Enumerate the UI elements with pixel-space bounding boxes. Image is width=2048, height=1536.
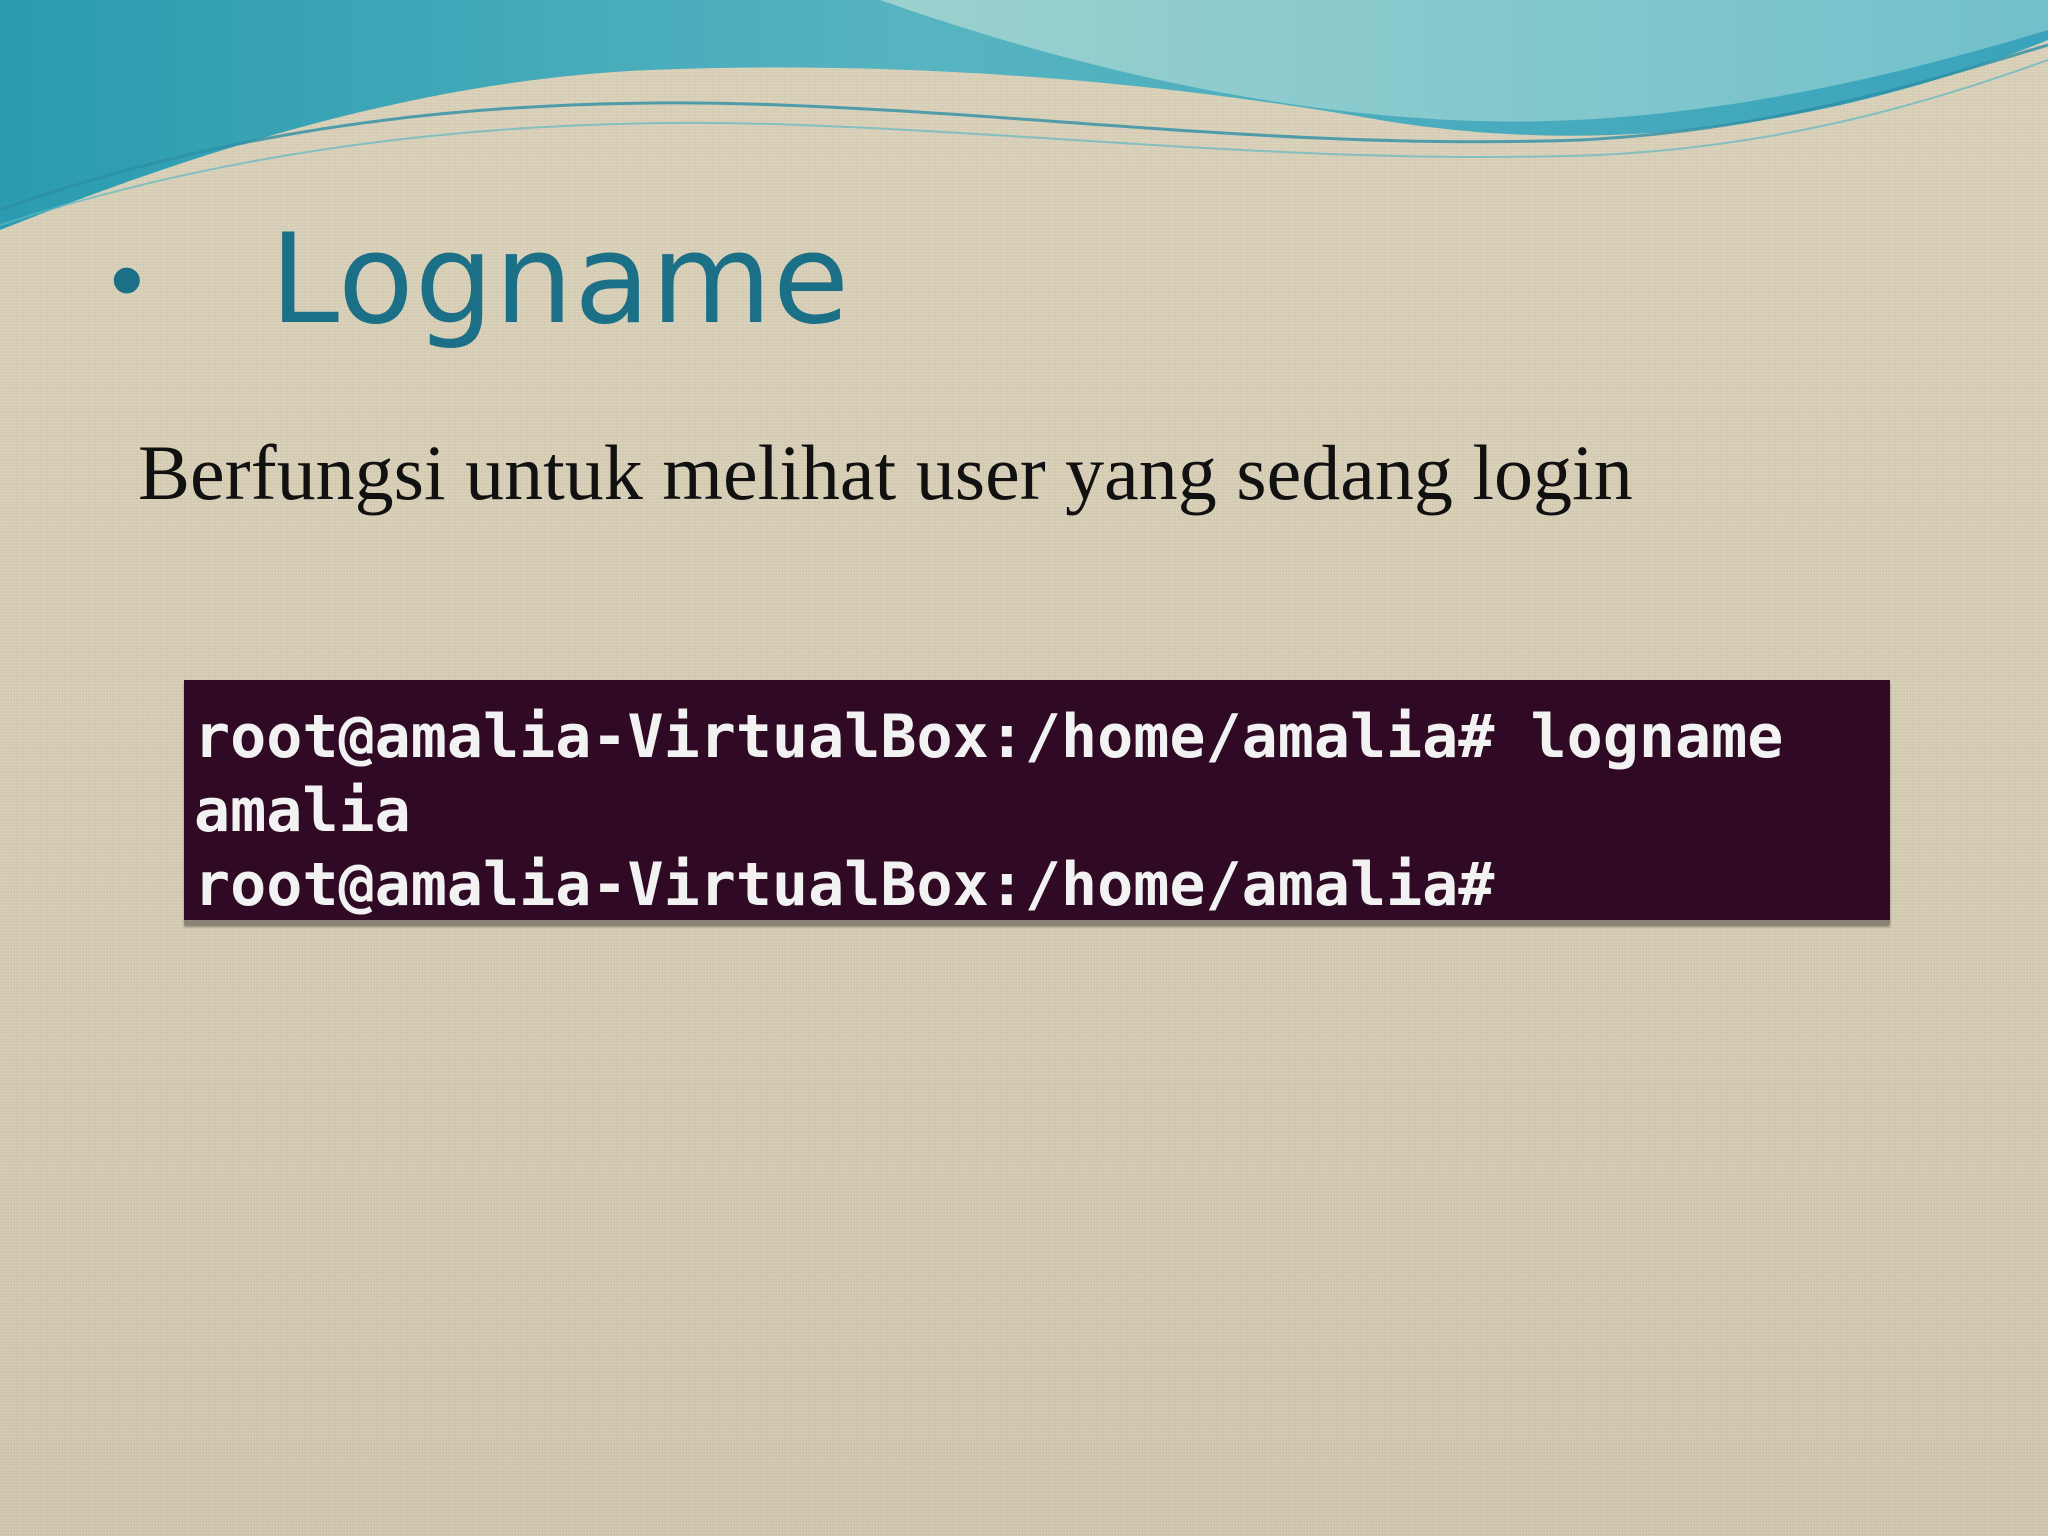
bullet-icon: • <box>110 226 144 333</box>
terminal-line: root@amalia-VirtualBox:/home/amalia# <box>194 850 1495 920</box>
terminal-line: root@amalia-VirtualBox:/home/amalia# log… <box>194 702 1784 772</box>
slide-title: Logname <box>270 208 851 352</box>
terminal-line: amalia <box>194 776 411 846</box>
terminal-screenshot: root@amalia-VirtualBox:/home/amalia# log… <box>184 680 1890 924</box>
slide: • Logname Berfungsi untuk melihat user y… <box>0 0 2048 1536</box>
title-row: • Logname <box>110 200 850 360</box>
slide-description: Berfungsi untuk melihat user yang sedang… <box>138 429 1633 516</box>
